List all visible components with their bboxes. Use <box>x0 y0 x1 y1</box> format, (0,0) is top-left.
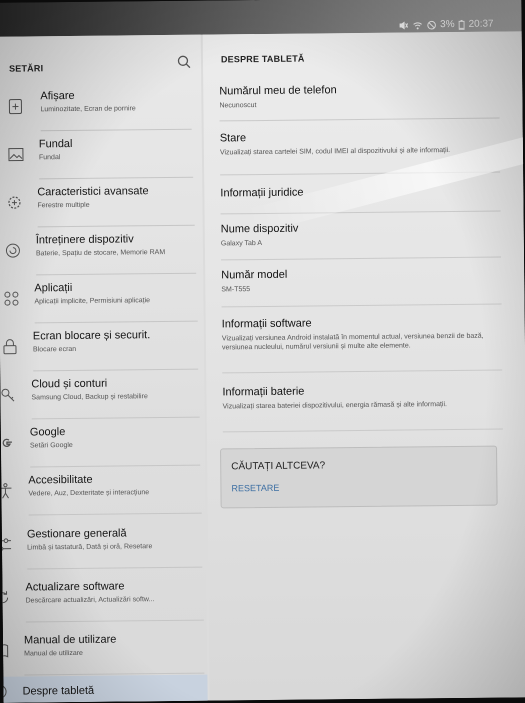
row-title: Informații juridice <box>220 186 304 200</box>
key-icon <box>1 388 15 402</box>
row-model-number[interactable]: Număr model SM-T555 <box>221 266 502 308</box>
menu-item-title: Ecran blocare și securit. <box>32 329 151 343</box>
accessibility-icon <box>0 483 12 499</box>
menu-item-title: Aplicații <box>34 281 73 295</box>
battery-percentage: 3% <box>440 18 455 31</box>
row-title: Numărul meu de telefon <box>219 84 337 98</box>
display-icon <box>8 99 22 115</box>
menu-item-subtitle: Samsung Cloud, Backup și restabilire <box>31 393 148 402</box>
divider <box>219 117 500 122</box>
menu-item-wallpaper[interactable]: Fundal Fundal <box>0 131 202 181</box>
wifi-icon <box>412 21 422 29</box>
menu-item-google[interactable]: Google Setări Google <box>1 419 205 469</box>
menu-item-title: Caracteristici avansate <box>37 185 149 199</box>
row-battery-information[interactable]: Informații baterie Vizualizați starea ba… <box>222 383 503 433</box>
sliders-icon <box>0 538 12 552</box>
divider <box>222 428 503 433</box>
menu-item-advanced-features[interactable]: Caracteristici avansate Ferestre multipl… <box>0 179 203 229</box>
google-icon <box>2 438 12 448</box>
divider <box>28 512 202 516</box>
about-tablet-title: DESPRE TABLETĂ <box>220 53 305 65</box>
status-icons: 3% 20:37 <box>398 19 494 31</box>
row-subtitle: SM-T555 <box>221 286 251 294</box>
device-care-icon <box>5 243 20 258</box>
menu-item-title: Afișare <box>40 89 75 103</box>
settings-screen: SETĂRI Afișare Luminozitate, Ecran de po… <box>0 31 525 703</box>
about-tablet-pane: DESPRE TABLETĂ Numărul meu de telefon Ne… <box>202 31 525 701</box>
menu-item-subtitle: Manual de utilizare <box>24 649 83 658</box>
menu-item-title: Cloud și conturi <box>31 377 108 391</box>
menu-item-general-management[interactable]: Gestionare generală Limbă și tastatură, … <box>0 521 206 571</box>
menu-item-title: Gestionare generală <box>26 527 127 541</box>
menu-item-title: Fundal <box>38 137 73 151</box>
menu-item-subtitle: Blocare ecran <box>32 345 77 354</box>
row-status[interactable]: Stare Vizualizați starea cartelei SIM, c… <box>219 130 501 176</box>
menu-item-title: Accesibilitate <box>28 473 93 487</box>
menu-item-subtitle: Baterie, Spațiu de stocare, Memorie RAM <box>35 249 166 258</box>
row-subtitle: Vizualizați starea bateriei dispozitivul… <box>222 401 447 411</box>
menu-item-subtitle: Fundal <box>38 154 61 162</box>
menu-item-lock-screen[interactable]: Ecran blocare și securit. Blocare ecran <box>0 323 204 373</box>
divider <box>220 171 501 176</box>
settings-title: SETĂRI <box>8 63 44 74</box>
divider <box>27 566 203 570</box>
row-title: Număr model <box>221 268 288 282</box>
menu-item-display[interactable]: Afișare Luminozitate, Ecran de pornire <box>0 83 202 133</box>
update-icon <box>0 591 9 604</box>
row-software-information[interactable]: Informații software Vizualizați versiune… <box>221 315 503 374</box>
row-device-name[interactable]: Nume dispozitiv Galaxy Tab A <box>220 220 502 261</box>
settings-menu-pane: SETĂRI Afișare Luminozitate, Ecran de po… <box>0 34 208 703</box>
menu-item-subtitle: Luminozitate, Ecran de pornire <box>40 105 136 114</box>
menu-item-title: Google <box>29 426 66 439</box>
photo-of-tablet-screen: 3% 20:37 SETĂRI Afișare Luminozitate, Ec… <box>0 0 525 703</box>
menu-item-subtitle: Ferestre multiple <box>37 201 90 210</box>
wallpaper-icon <box>8 147 24 162</box>
menu-item-device-maintenance[interactable]: Întreținere dispozitiv Baterie, Spațiu d… <box>0 227 203 277</box>
row-subtitle: Vizualizați starea cartelei SIM, codul I… <box>219 147 451 157</box>
divider <box>222 369 503 374</box>
manual-icon <box>0 644 9 658</box>
row-title: Nume dispozitiv <box>220 222 299 236</box>
menu-item-cloud-accounts[interactable]: Cloud și conturi Samsung Cloud, Backup ș… <box>0 371 204 421</box>
battery-icon <box>458 19 465 30</box>
search-suggestion-card: CĂUTAȚI ALTCEVA? RESETARE <box>220 445 498 509</box>
row-title: Informații software <box>221 317 312 331</box>
info-icon <box>0 684 7 699</box>
menu-item-accessibility[interactable]: Accesibilitate Vedere, Auz, Dexteritate … <box>0 467 205 517</box>
search-card-heading: CĂUTAȚI ALTCEVA? <box>231 460 326 473</box>
row-subtitle: Galaxy Tab A <box>220 239 263 248</box>
menu-item-subtitle: Limbă și tastatură, Dată și oră, Resetar… <box>27 543 153 552</box>
menu-item-subtitle: Descărcare actualizări, Actualizări soft… <box>25 596 155 605</box>
divider <box>220 210 501 215</box>
divider <box>221 256 502 261</box>
menu-item-subtitle: Setări Google <box>29 441 73 450</box>
row-title: Stare <box>219 132 247 145</box>
menu-item-software-update[interactable]: Actualizare software Descărcare actualiz… <box>0 574 206 624</box>
menu-item-title: Manual de utilizare <box>23 633 117 647</box>
search-icon[interactable] <box>176 54 192 70</box>
row-subtitle: Vizualizați versiunea Android instalată … <box>221 332 484 352</box>
row-subtitle: Necunoscut <box>219 102 257 110</box>
menu-item-title: Actualizare software <box>25 580 125 594</box>
clock: 20:37 <box>468 18 494 30</box>
gear-plus-icon <box>8 196 21 209</box>
lock-icon <box>3 339 17 355</box>
divider <box>221 303 502 308</box>
divider <box>25 619 204 623</box>
menu-item-about-tablet[interactable]: Despre tabletă <box>0 674 208 703</box>
menu-item-subtitle: Vedere, Auz, Dexteritate și interacțiune <box>28 489 150 498</box>
row-title: Informații baterie <box>222 385 305 399</box>
mute-icon <box>399 20 408 29</box>
reset-link[interactable]: RESETARE <box>231 483 279 494</box>
blocked-icon <box>426 20 436 30</box>
row-legal-information[interactable]: Informații juridice <box>220 185 501 215</box>
menu-item-user-manual[interactable]: Manual de utilizare Manual de utilizare <box>0 627 207 677</box>
menu-item-subtitle: Aplicații implicite, Permisiuni aplicați… <box>34 297 151 306</box>
menu-item-applications[interactable]: Aplicații Aplicații implicite, Permisiun… <box>0 275 204 325</box>
menu-item-title: Întreținere dispozitiv <box>35 233 134 247</box>
menu-item-title: Despre tabletă <box>22 684 95 698</box>
row-my-phone-number[interactable]: Numărul meu de telefon Necunoscut <box>219 83 500 122</box>
apps-icon <box>4 291 19 306</box>
